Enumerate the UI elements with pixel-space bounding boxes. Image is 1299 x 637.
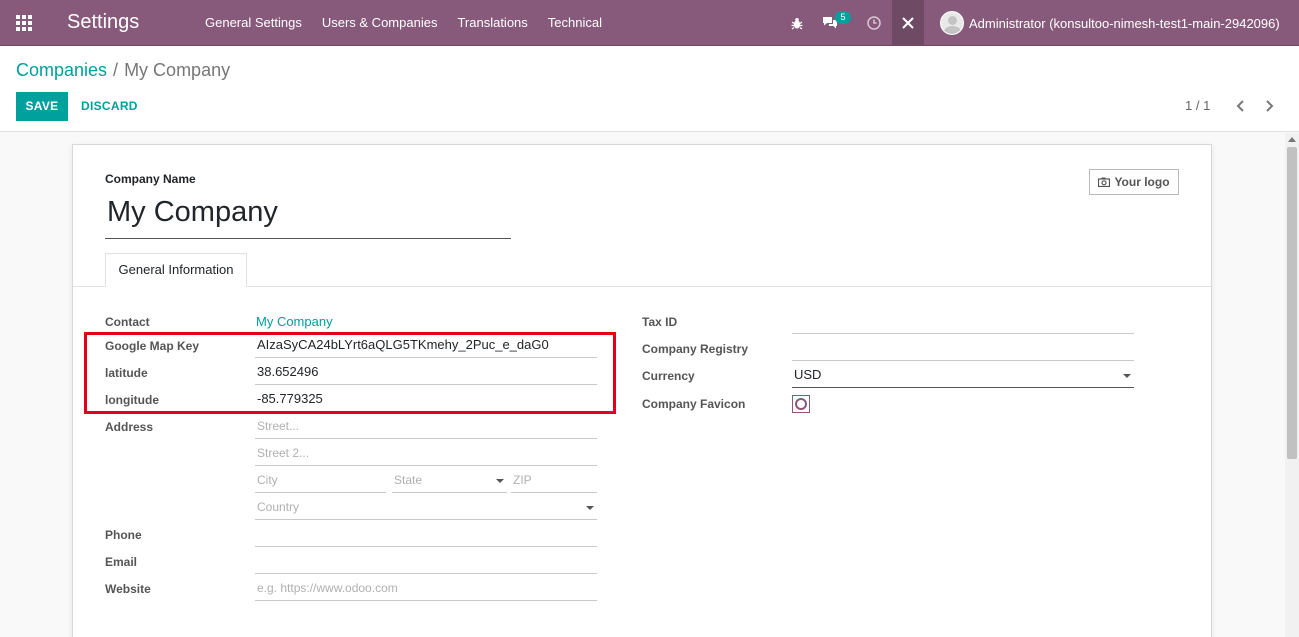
form-sheet: Company Name My Company Your logo Genera… — [72, 144, 1212, 637]
country-select[interactable]: Country — [255, 496, 597, 520]
breadcrumb-separator: / — [113, 60, 119, 80]
tab-general-information[interactable]: General Information — [105, 253, 247, 287]
tax-id-input[interactable] — [792, 310, 1134, 334]
messages-count-badge: 5 — [835, 11, 851, 24]
pager-previous-icon[interactable] — [1231, 96, 1251, 116]
tools-icon[interactable] — [892, 0, 924, 46]
breadcrumb-companies[interactable]: Companies — [16, 60, 107, 80]
contact-label: Contact — [105, 315, 150, 329]
address-label: Address — [105, 420, 154, 434]
contact-link[interactable]: My Company — [256, 314, 333, 329]
phone-input[interactable] — [255, 523, 597, 547]
top-navbar: Settings General Settings Users & Compan… — [0, 0, 1299, 46]
breadcrumb: Companies / My Company — [16, 60, 230, 81]
avatar — [940, 11, 964, 35]
currency-select[interactable]: USD — [792, 364, 1134, 388]
company-favicon-upload[interactable] — [792, 395, 810, 413]
main-menu: General Settings Users & Companies Trans… — [195, 0, 612, 46]
country-chevron-down-icon — [586, 506, 594, 510]
state-chevron-down-icon — [496, 479, 504, 483]
menu-translations[interactable]: Translations — [447, 0, 537, 46]
company-registry-input[interactable] — [792, 337, 1134, 361]
currency-chevron-down-icon — [1123, 374, 1131, 378]
company-name-label: Company Name — [105, 172, 196, 186]
tax-id-label: Tax ID — [642, 315, 678, 329]
menu-technical[interactable]: Technical — [538, 0, 612, 46]
scroll-up-arrow-icon[interactable] — [1288, 137, 1296, 142]
pager-next-icon[interactable] — [1259, 96, 1279, 116]
company-favicon-label: Company Favicon — [642, 397, 746, 411]
email-label: Email — [105, 555, 138, 569]
company-registry-label: Company Registry — [642, 342, 749, 356]
breadcrumb-current: My Company — [124, 60, 231, 80]
street-input[interactable]: Street... — [255, 415, 597, 439]
zip-input[interactable]: ZIP — [511, 469, 597, 493]
company-name-input[interactable]: My Company — [105, 195, 511, 239]
street2-input[interactable]: Street 2... — [255, 442, 597, 466]
camera-icon — [1098, 177, 1111, 187]
state-placeholder: State — [394, 473, 423, 487]
page-scrollbar[interactable] — [1285, 133, 1299, 637]
website-label: Website — [105, 582, 151, 596]
phone-label: Phone — [105, 528, 142, 542]
upload-logo-button[interactable]: Your logo — [1089, 169, 1179, 195]
discard-button[interactable]: DISCARD — [76, 92, 143, 121]
scroll-thumb[interactable] — [1287, 147, 1297, 459]
email-input[interactable] — [255, 550, 597, 574]
highlight-box — [84, 332, 616, 414]
state-select[interactable]: State — [392, 469, 507, 493]
user-name: Administrator (konsultoo-nimesh-test1-ma… — [969, 15, 1280, 31]
apps-menu-icon[interactable] — [16, 15, 34, 31]
currency-value: USD — [794, 367, 822, 382]
pager-value[interactable]: 1 / 1 — [1185, 98, 1210, 113]
menu-users-companies[interactable]: Users & Companies — [312, 0, 448, 46]
debug-bug-icon[interactable] — [786, 0, 808, 46]
favicon-placeholder-icon — [795, 398, 807, 410]
city-input[interactable]: City — [255, 469, 386, 493]
country-placeholder: Country — [257, 500, 300, 514]
currency-label: Currency — [642, 369, 695, 383]
control-panel: Companies / My Company SAVE DISCARD 1 / 1 — [0, 46, 1299, 132]
save-button[interactable]: SAVE — [16, 92, 68, 121]
messages-button[interactable]: 5 — [815, 0, 855, 46]
activity-clock-icon[interactable] — [862, 0, 886, 46]
menu-general-settings[interactable]: General Settings — [195, 0, 312, 46]
logo-button-label: Your logo — [1114, 175, 1170, 189]
user-menu[interactable]: Administrator (konsultoo-nimesh-test1-ma… — [940, 0, 1280, 46]
website-input[interactable]: e.g. https://www.odoo.com — [255, 577, 597, 601]
app-title: Settings — [67, 11, 140, 33]
